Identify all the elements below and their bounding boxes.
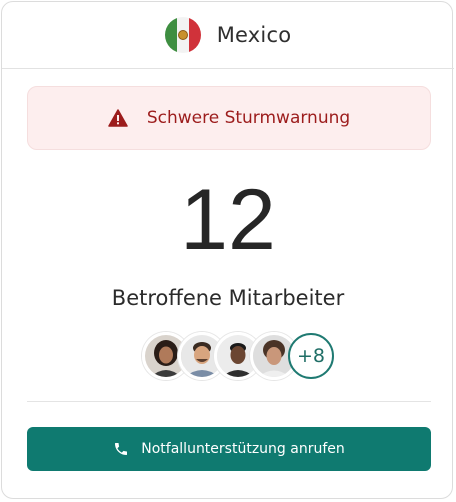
- phone-icon: [115, 443, 128, 455]
- call-button-label: Notfallunterstützung anrufen: [141, 441, 345, 457]
- more-avatars-badge[interactable]: +8: [288, 333, 334, 379]
- emergency-card: Mexico Schwere Sturmwarnung 12 Betroffen…: [1, 1, 454, 499]
- affected-label: Betroffene Mitarbeiter: [111, 286, 345, 310]
- card-header: Mexico: [2, 2, 454, 69]
- affected-count: 12: [180, 172, 276, 268]
- divider: [27, 401, 431, 402]
- storm-warning-alert: Schwere Sturmwarnung: [27, 86, 431, 150]
- warning-triangle-icon: [108, 109, 128, 127]
- mexico-flag-icon: [164, 17, 201, 53]
- country-title: Mexico: [216, 23, 292, 47]
- avatar-group[interactable]: +8: [142, 330, 334, 382]
- call-emergency-support-button[interactable]: Notfallunterstützung anrufen: [27, 427, 431, 471]
- alert-text: Schwere Sturmwarnung: [146, 108, 351, 128]
